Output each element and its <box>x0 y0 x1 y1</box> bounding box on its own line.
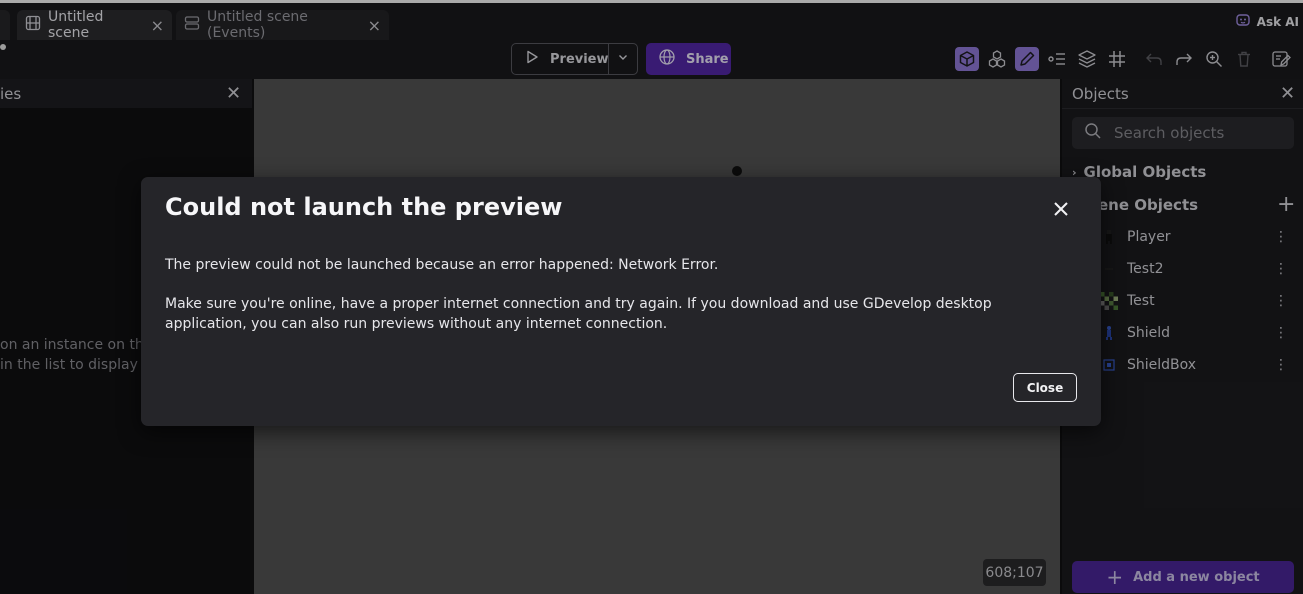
dialog-message: The preview could not be launched becaus… <box>165 257 719 273</box>
dialog-title: Could not launch the preview <box>165 193 563 221</box>
close-button[interactable]: Close <box>1013 373 1077 402</box>
dialog-message: Make sure you're online, have a proper i… <box>165 296 992 332</box>
error-dialog: Could not launch the preview The preview… <box>141 177 1101 426</box>
close-icon[interactable] <box>1049 197 1073 221</box>
